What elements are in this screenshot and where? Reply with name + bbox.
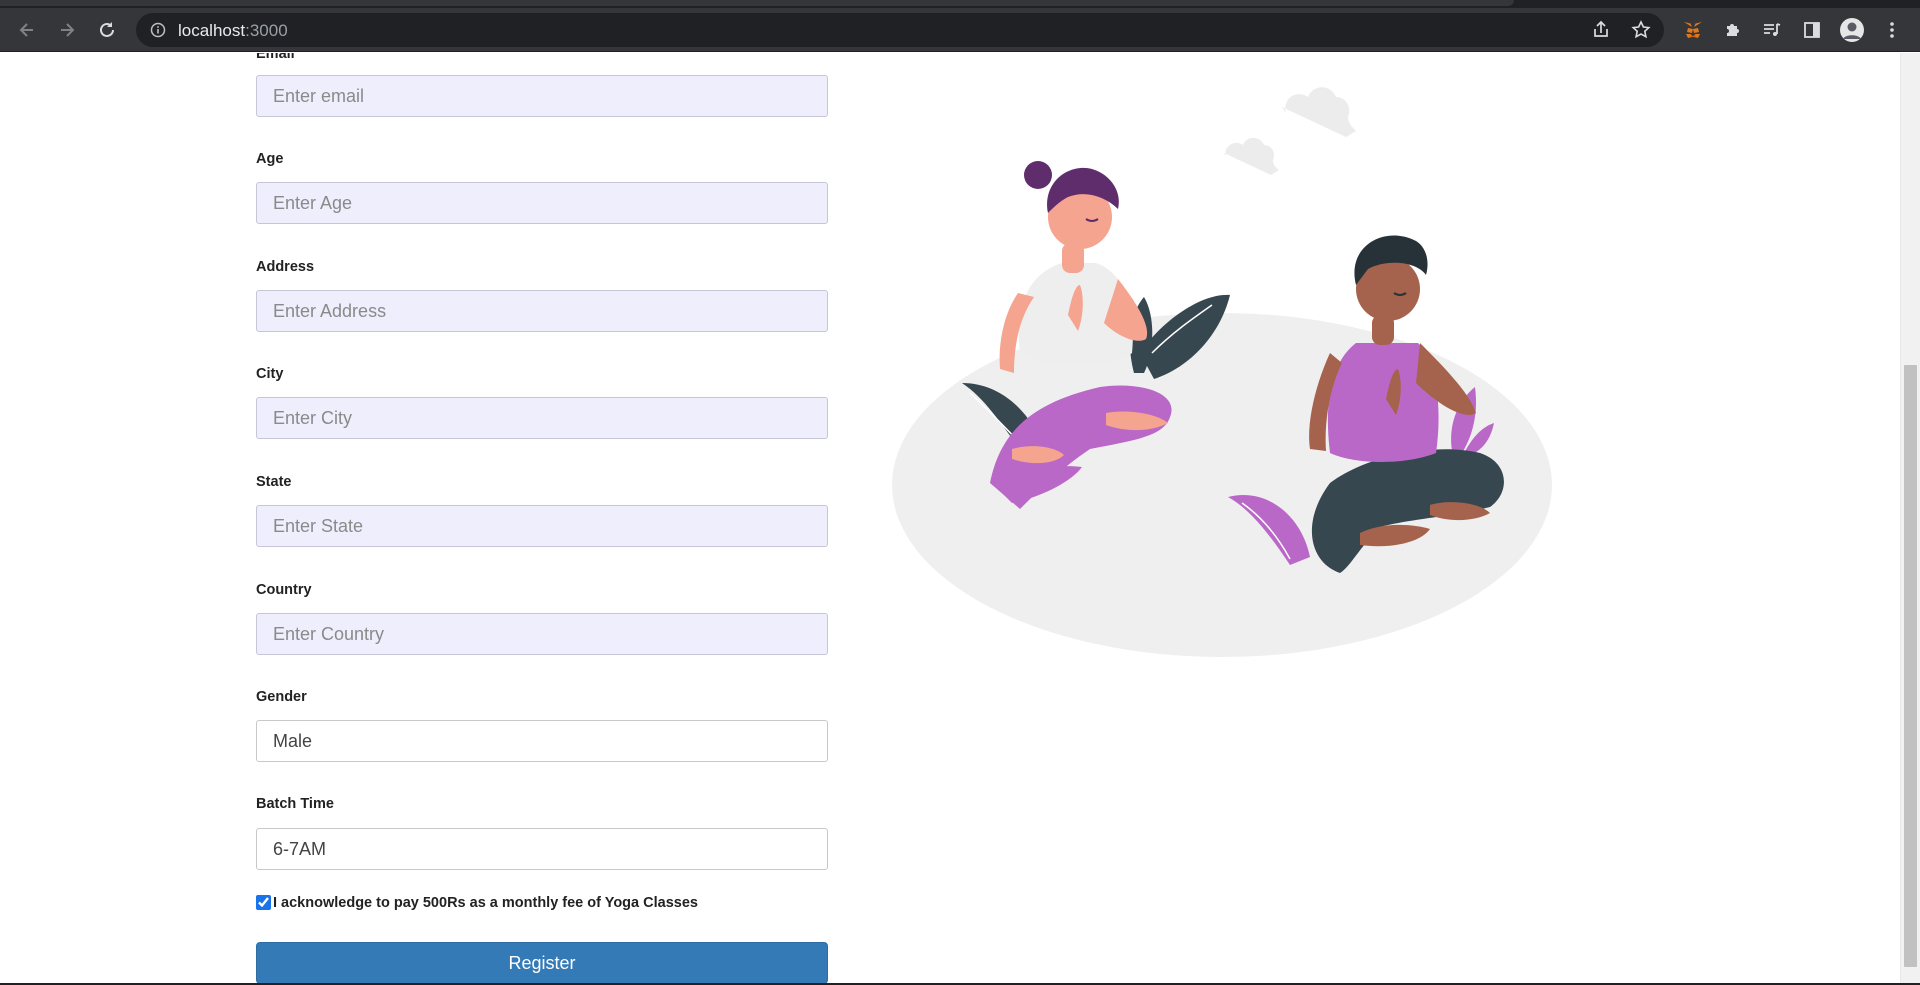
scrollbar-thumb[interactable] [1904, 365, 1917, 967]
reload-icon[interactable] [93, 16, 121, 44]
batch-time-label: Batch Time [256, 796, 334, 812]
address-field[interactable] [256, 290, 828, 332]
forward-icon[interactable] [53, 16, 81, 44]
gender-label: Gender [256, 689, 307, 705]
back-icon[interactable] [13, 16, 41, 44]
batch-time-field[interactable] [256, 828, 828, 870]
state-label: State [256, 474, 292, 490]
profile-avatar[interactable] [1838, 16, 1866, 44]
extensions-puzzle-icon[interactable] [1719, 16, 1747, 44]
country-field[interactable] [256, 613, 828, 655]
yoga-illustration [892, 87, 1552, 657]
metamask-extension-icon[interactable] [1679, 16, 1707, 44]
state-field[interactable] [256, 505, 828, 547]
tab-strip [0, 0, 1920, 8]
register-button[interactable]: Register [256, 942, 828, 983]
acknowledge-checkbox[interactable] [256, 894, 271, 910]
site-info-icon[interactable] [150, 22, 166, 38]
page-scrollbar[interactable] [1900, 53, 1920, 983]
page-viewport: Email Age Address City State Country Gen… [0, 53, 1900, 983]
browser-menu-icon[interactable] [1878, 16, 1906, 44]
email-field[interactable] [256, 75, 828, 117]
media-control-icon[interactable] [1758, 16, 1786, 44]
url-text: localhost:3000 [178, 21, 288, 40]
age-label: Age [256, 151, 284, 167]
address-label: Address [256, 259, 315, 275]
share-icon[interactable] [1587, 16, 1615, 44]
address-bar[interactable]: localhost:3000 [136, 13, 1664, 47]
city-field[interactable] [256, 397, 828, 439]
side-panel-icon[interactable] [1798, 16, 1826, 44]
country-label: Country [256, 582, 312, 598]
browser-toolbar: localhost:3000 [0, 8, 1920, 52]
email-label: Email [256, 53, 295, 62]
acknowledge-text: I acknowledge to pay 500Rs as a monthly … [273, 895, 698, 911]
bookmark-star-icon[interactable] [1627, 16, 1655, 44]
age-field[interactable] [256, 182, 828, 224]
gender-field[interactable] [256, 720, 828, 762]
city-label: City [256, 366, 284, 382]
acknowledge-row: I acknowledge to pay 500Rs as a monthly … [256, 893, 698, 911]
